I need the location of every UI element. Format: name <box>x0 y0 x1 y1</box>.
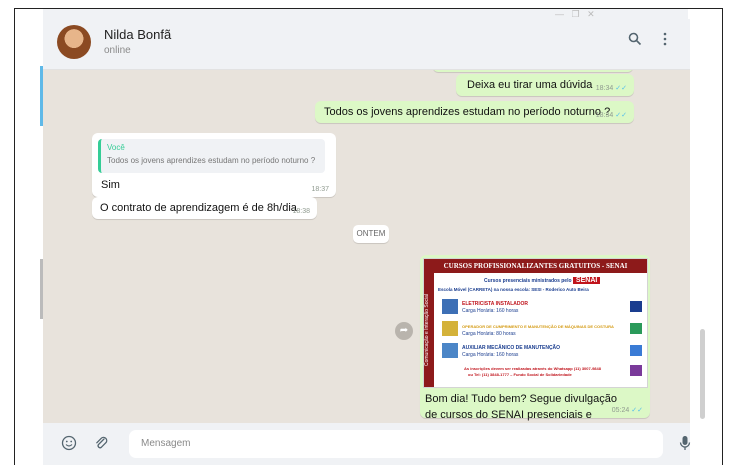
course3-hours: Carga Horária: 160 horas <box>462 352 519 358</box>
quote-text: Todos os jovens aprendizes estudam no pe… <box>107 156 316 165</box>
message-text: Deixa eu tirar uma dúvida <box>467 79 593 91</box>
quote-author: Você <box>107 143 125 152</box>
message-bubble-reply[interactable]: Você Todos os jovens aprendizes estudam … <box>92 133 336 197</box>
paperclip-icon[interactable] <box>93 435 109 456</box>
flyer-side-text: Comunicação e Interação Social <box>424 273 434 387</box>
image-message-bubble[interactable]: CURSOS PROFISSIONALIZANTES GRATUITOS - S… <box>420 255 650 421</box>
course1-hours: Carga Horária: 160 horas <box>462 308 519 314</box>
microphone-icon[interactable] <box>679 435 691 456</box>
chat-header: Nilda Bonfã online <box>43 19 690 70</box>
sponsor-logo <box>630 323 642 334</box>
flyer-location: Escola Móvel (CARRETA) na nossa escola: … <box>438 287 589 292</box>
emoji-icon[interactable] <box>61 435 77 456</box>
left-panel-edge <box>15 9 43 465</box>
course1-title: ELETRICISTA INSTALADOR <box>462 301 529 307</box>
read-receipt-icon: ✓✓ <box>631 407 643 414</box>
senai-logo: SENAI <box>572 277 601 284</box>
flyer-title: CURSOS PROFISSIONALIZANTES GRATUITOS - S… <box>424 259 647 273</box>
message-time: 18:37 <box>311 186 329 193</box>
message-text: Todos os jovens aprendizes estudam no pe… <box>324 106 611 118</box>
message-time: 18:34 ✓✓ <box>595 85 627 92</box>
message-bubble[interactable]: Deixa eu tirar uma dúvida 18:34 ✓✓ <box>456 74 634 96</box>
message-time: 18:34 ✓✓ <box>595 112 627 119</box>
contact-name[interactable]: Nilda Bonfã <box>104 27 171 42</box>
message-list: Deixa eu tirar uma dúvida 18:34 ✓✓ Todos… <box>43 70 690 423</box>
message-text: O contrato de aprendizagem é de 8h/dia <box>100 202 297 214</box>
search-icon[interactable] <box>628 32 642 51</box>
message-time: 05:24 ✓✓ <box>611 407 643 414</box>
course-flyer-image[interactable]: CURSOS PROFISSIONALIZANTES GRATUITOS - S… <box>423 258 648 388</box>
contact-status: online <box>104 45 131 56</box>
date-divider: ONTEM <box>353 225 389 243</box>
message-bubble[interactable]: O contrato de aprendizagem é de 8h/dia 1… <box>92 197 317 219</box>
message-text: Sim <box>101 179 120 191</box>
message-time: 18:38 <box>292 208 310 215</box>
flyer-subtitle: Cursos presenciais ministrados pelo SENA… <box>484 277 601 284</box>
whatsapp-window: — ❐ ✕ Nilda Bonfã online Deixa eu tirar … <box>14 8 723 465</box>
forward-icon[interactable]: ➦ <box>395 322 413 340</box>
course2-photo <box>442 321 458 336</box>
sponsor-logo <box>630 365 642 376</box>
menu-icon[interactable] <box>662 32 668 51</box>
chat-scrollbar[interactable] <box>700 329 705 419</box>
contact-avatar[interactable] <box>57 25 91 59</box>
course3-title: AUXILIAR MECÂNICO DE MANUTENÇÃO <box>462 345 561 351</box>
message-input-placeholder: Mensagem <box>141 438 191 449</box>
course1-photo <box>442 299 458 314</box>
composer-bar: Mensagem <box>43 423 691 465</box>
message-bubble-partial <box>433 70 633 72</box>
sponsor-logo <box>630 345 642 356</box>
course2-hours: Carga Horária: 80 horas <box>462 331 516 337</box>
flyer-footer-line1: As inscrições devem ser realizadas atrav… <box>464 366 601 371</box>
course3-photo <box>442 343 458 358</box>
sponsor-logo <box>630 301 642 312</box>
flyer-footer-line2: ou Tel: (11) 3848-1777 – Fundo Social de… <box>468 372 572 377</box>
image-caption: Bom dia! Tudo bem? Segue divulgação de c… <box>425 393 618 421</box>
course2-title: OPERADOR DE CUMPRIMENTO E MANUTENÇÃO DE … <box>462 324 614 329</box>
message-bubble[interactable]: Todos os jovens aprendizes estudam no pe… <box>315 101 634 123</box>
right-panel-edge <box>688 9 722 465</box>
quoted-message[interactable]: Você Todos os jovens aprendizes estudam … <box>98 139 325 173</box>
read-receipt-icon: ✓✓ <box>615 85 627 92</box>
read-receipt-icon: ✓✓ <box>615 112 627 119</box>
message-input[interactable]: Mensagem <box>129 430 663 458</box>
